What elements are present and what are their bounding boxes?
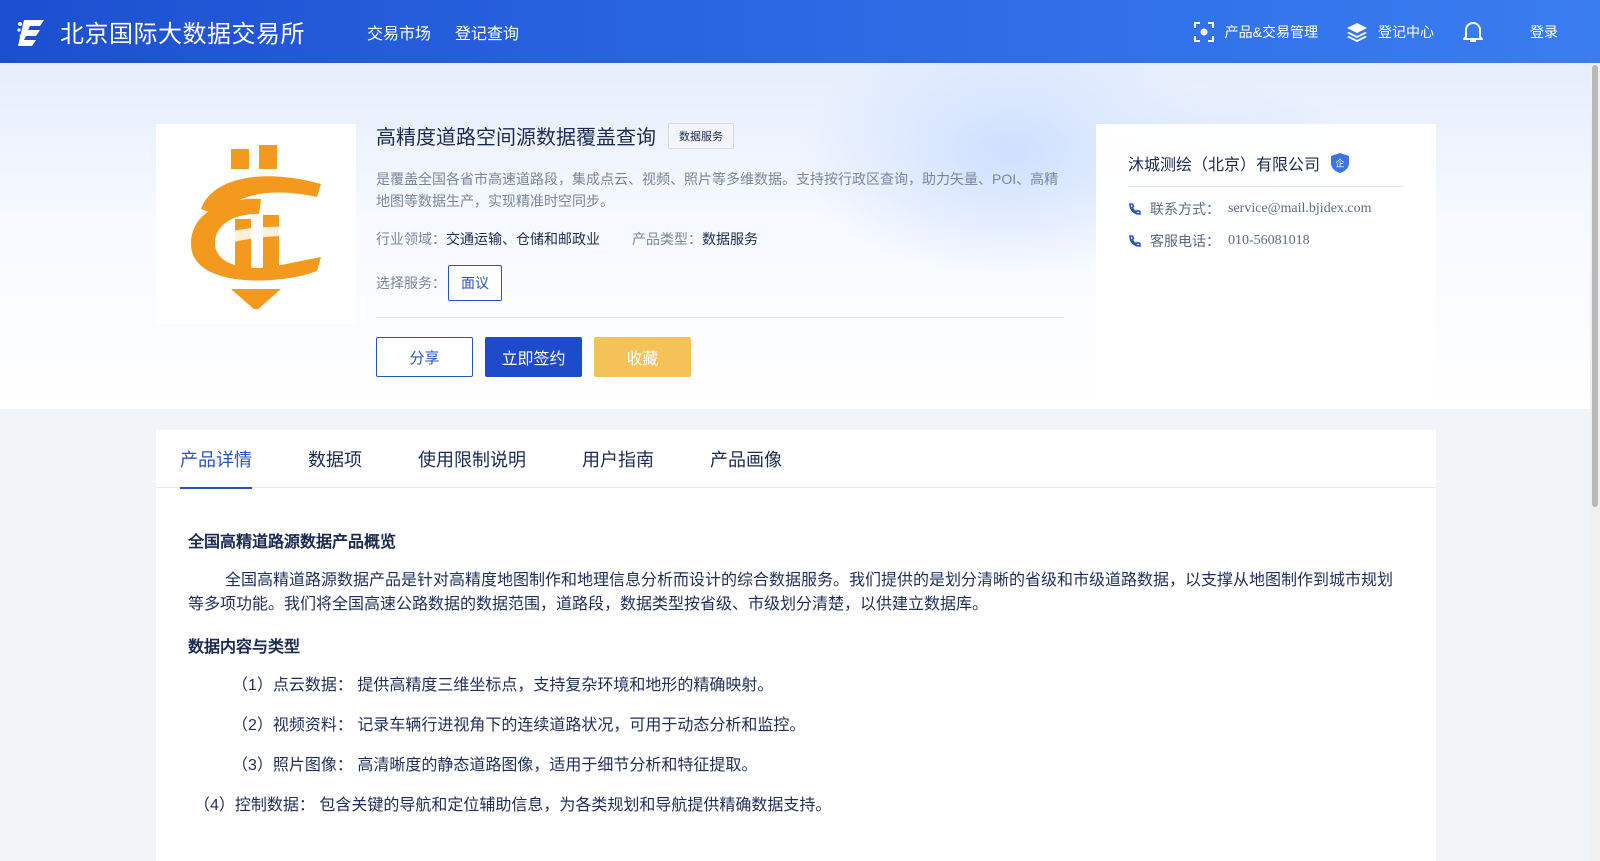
overview-paragraph: 全国高精道路源数据产品是针对高精度地图制作和地理信息分析而设计的综合数据服务。我…: [188, 572, 1394, 613]
sign-now-button[interactable]: 立即签约: [485, 337, 582, 377]
product-detail-panel: 产品详情 数据项 使用限制说明 用户指南 产品画像 全国高精道路源数据产品概览 …: [156, 430, 1436, 861]
brand[interactable]: 北京国际大数据交易所: [16, 14, 305, 49]
login-link[interactable]: 登录: [1530, 22, 1558, 42]
action-buttons: 分享 立即签约 收藏: [376, 337, 1064, 377]
enterprise-verified-icon: 企: [1331, 153, 1350, 173]
enterprise-badge-text: 企: [1336, 158, 1345, 170]
nav-registration-query[interactable]: 登记查询: [455, 20, 519, 44]
list-item: （4）控制数据： 包含关键的导航和定位辅助信息，为各类规划和导航提供精确数据支持…: [194, 797, 832, 814]
scan-focus-icon: [1193, 21, 1214, 42]
product-title: 高精度道路空间源数据覆盖查询: [376, 127, 656, 149]
page-scrollbar[interactable]: [1590, 63, 1600, 861]
list-item: （2）视频资料： 记录车辆行进视角下的连续道路状况，可用于动态分析和监控。: [232, 717, 806, 734]
title-row: 高精度道路空间源数据覆盖查询 数据服务: [376, 121, 1064, 150]
product-type-field: 产品类型：数据服务: [632, 229, 758, 249]
contact-label: 联系方式：: [1150, 201, 1220, 217]
phone-icon: [1129, 203, 1141, 215]
contact-email-row: 联系方式： service@mail.bjidex.com: [1128, 199, 1404, 219]
service-label: 选择服务：: [376, 275, 446, 291]
register-center-link[interactable]: 登记中心: [1346, 21, 1434, 43]
info-divider: [376, 317, 1064, 318]
scrollbar-thumb[interactable]: [1592, 65, 1598, 507]
top-right-actions: 产品&交易管理 登记中心 登录: [1165, 0, 1558, 63]
phone-label: 客服电话：: [1150, 233, 1220, 249]
product-header-section: 高精度道路空间源数据覆盖查询 数据服务 是覆盖全国各省市高速道路段，集成点云、视…: [0, 63, 1600, 409]
tab-usage-restrictions[interactable]: 使用限制说明: [418, 430, 526, 488]
content-types-heading: 数据内容与类型: [188, 639, 301, 656]
industry-label: 行业领域：: [376, 231, 446, 247]
top-navigation-bar: 北京国际大数据交易所 交易市场 登记查询 产品&交易管理 登记中心 登录: [0, 0, 1600, 63]
phone-number: 010-56081018: [1228, 233, 1310, 248]
bell-icon: [1463, 21, 1483, 42]
company-card: 沐城测绘（北京）有限公司 企 联系方式： service@mail.bjidex…: [1096, 124, 1436, 409]
company-name-row: 沐城测绘（北京）有限公司 企: [1128, 150, 1404, 176]
product-detail-article: 全国高精道路源数据产品概览 全国高精道路源数据产品是针对高精度地图制作和地理信息…: [156, 488, 1436, 818]
service-option-negotiable[interactable]: 面议: [448, 265, 502, 301]
layers-icon: [1347, 22, 1367, 42]
company-name[interactable]: 沐城测绘（北京）有限公司: [1128, 151, 1320, 175]
favorite-button[interactable]: 收藏: [594, 337, 691, 377]
register-center-label: 登记中心: [1378, 23, 1434, 40]
product-trade-management-link[interactable]: 产品&交易管理: [1193, 21, 1318, 43]
list-item: （1）点云数据： 提供高精度三维坐标点，支持复杂环境和地形的精确映射。: [232, 677, 774, 694]
brand-name: 北京国际大数据交易所: [60, 21, 305, 48]
tab-data-items[interactable]: 数据项: [308, 430, 362, 488]
product-info: 高精度道路空间源数据覆盖查询 数据服务 是覆盖全国各省市高速道路段，集成点云、视…: [376, 121, 1064, 377]
product-description: 是覆盖全国各省市高速道路段，集成点云、视频、照片等多维数据。支持按行政区查询，助…: [376, 171, 1059, 209]
service-selector: 选择服务： 面议: [376, 265, 1064, 301]
product-logo: [156, 124, 356, 324]
product-meta: 行业领域：交通运输、仓储和邮政业 产品类型：数据服务: [376, 229, 1064, 249]
overview-heading: 全国高精道路源数据产品概览: [188, 534, 397, 551]
industry-value: 交通运输、仓储和邮政业: [446, 231, 600, 247]
share-button[interactable]: 分享: [376, 337, 473, 377]
product-type-value: 数据服务: [702, 231, 758, 247]
industry-field: 行业领域：交通运输、仓储和邮政业: [376, 229, 600, 249]
brand-logo-icon: [17, 19, 44, 46]
tab-user-guide[interactable]: 用户指南: [582, 430, 654, 488]
product-type-label: 产品类型：: [632, 231, 702, 247]
product-trade-management-label: 产品&交易管理: [1224, 23, 1318, 40]
company-divider: [1128, 186, 1404, 187]
product-logo-icon: [191, 145, 321, 309]
detail-tabs: 产品详情 数据项 使用限制说明 用户指南 产品画像: [156, 430, 1436, 489]
phone-icon: [1129, 235, 1141, 247]
notification-button[interactable]: [1462, 20, 1494, 44]
tab-product-details[interactable]: 产品详情: [180, 430, 252, 489]
list-item: （3）照片图像： 高清晰度的静态道路图像，适用于细节分析和特征提取。: [232, 757, 758, 774]
product-type-badge: 数据服务: [668, 122, 734, 149]
contact-phone-row: 客服电话： 010-56081018: [1128, 231, 1404, 251]
main-nav: 交易市场 登记查询: [367, 20, 543, 44]
tab-product-portrait[interactable]: 产品画像: [710, 430, 782, 488]
nav-trading-market[interactable]: 交易市场: [367, 20, 431, 44]
contact-email[interactable]: service@mail.bjidex.com: [1228, 201, 1372, 217]
